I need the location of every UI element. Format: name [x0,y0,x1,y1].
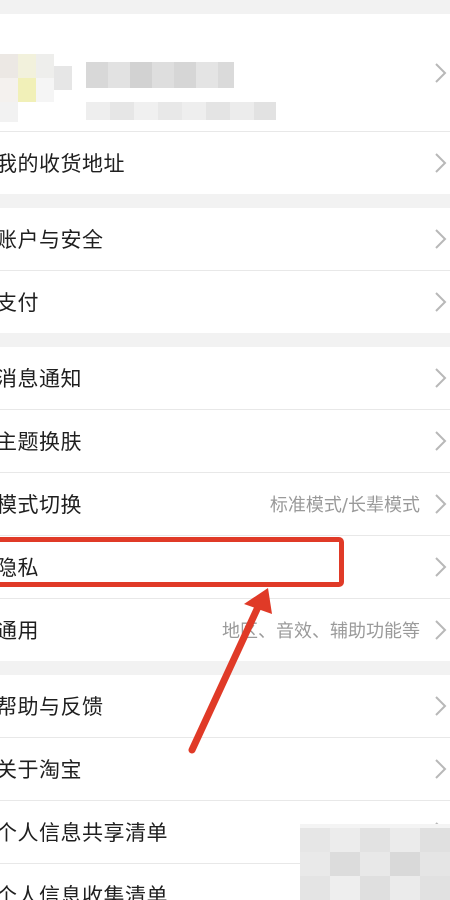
annotation-highlight-box [0,537,344,587]
settings-item-label: 帮助与反馈 [0,695,104,719]
chevron-right-icon [435,431,447,451]
settings-item-label: 我的收货地址 [0,152,125,176]
settings-item-payment[interactable]: 支付 [0,271,450,333]
settings-item-label: 通用 [0,619,39,643]
settings-item-label: 模式切换 [0,493,82,517]
pixelated-watermark [300,824,450,900]
settings-item-address[interactable]: 我的收货地址 [0,132,450,194]
settings-item-label: 支付 [0,291,39,315]
chevron-right-icon [435,229,447,249]
settings-item-theme[interactable]: 主题换肤 [0,410,450,472]
settings-item-account-security[interactable]: 账户与安全 [0,208,450,270]
settings-item-label: 个人信息共享清单 [0,821,168,845]
chevron-right-icon [435,368,447,388]
chevron-right-icon [435,62,447,83]
chevron-right-icon [435,696,447,716]
profile-subtitle-blurred [86,102,276,120]
chevron-right-icon [435,153,447,173]
settings-item-label: 账户与安全 [0,228,104,252]
settings-item-mode-switch[interactable]: 模式切换 标准模式/长辈模式 [0,473,450,535]
settings-item-notifications[interactable]: 消息通知 [0,347,450,409]
chevron-right-icon [435,620,447,640]
settings-item-label: 关于淘宝 [0,758,82,782]
chevron-right-icon [435,759,447,779]
settings-item-label: 消息通知 [0,367,82,391]
profile-row[interactable] [0,14,450,131]
settings-item-about[interactable]: 关于淘宝 [0,738,450,800]
settings-item-label: 主题换肤 [0,430,82,454]
settings-item-general[interactable]: 通用 地区、音效、辅助功能等 [0,599,450,661]
chevron-right-icon [435,557,447,577]
settings-item-help-feedback[interactable]: 帮助与反馈 [0,675,450,737]
settings-item-label: 个人信息收集清单 [0,884,168,900]
avatar [0,30,78,126]
profile-name-blurred [86,62,234,88]
chevron-right-icon [435,494,447,514]
mode-switch-value: 标准模式/长辈模式 [269,495,420,516]
general-value: 地区、音效、辅助功能等 [222,621,420,642]
chevron-right-icon [435,292,447,312]
